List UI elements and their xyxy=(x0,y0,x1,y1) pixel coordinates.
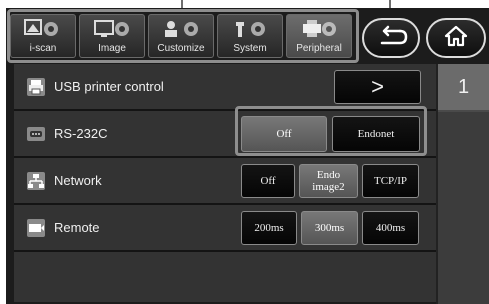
tab-label: System xyxy=(233,43,267,54)
option-label: 300ms xyxy=(314,222,345,234)
network-icon xyxy=(26,171,46,191)
tab-customize[interactable]: Customize xyxy=(148,14,214,58)
tab-label: i-scan xyxy=(29,43,57,54)
tab-bar: i-scan Image Customize System Peripheral xyxy=(10,14,354,58)
option-label: Endonet xyxy=(357,128,395,140)
rs232c-off-button[interactable]: Off xyxy=(241,116,327,152)
row-usb-printer: USB printer control > xyxy=(14,64,436,111)
option-label: 200ms xyxy=(254,222,284,234)
settings-panel: USB printer control > RS-232C Off Endone… xyxy=(14,64,436,302)
network-endo-image2-button[interactable]: Endo image2 xyxy=(299,164,358,198)
network-label: Network xyxy=(54,173,102,188)
remote-label: Remote xyxy=(54,220,100,235)
row-rs232c: RS-232C Off Endonet xyxy=(14,111,436,158)
tab-peripheral[interactable]: Peripheral xyxy=(286,14,352,58)
customize-icon xyxy=(149,18,213,40)
image-icon xyxy=(80,18,144,40)
i-scan-icon xyxy=(11,18,75,40)
tab-label: Customize xyxy=(157,43,205,54)
row-remote: Remote 200ms 300ms 400ms xyxy=(14,205,436,252)
option-label: Endo image2 xyxy=(312,169,345,193)
tab-label: Image xyxy=(98,43,126,54)
remote-200ms-button[interactable]: 200ms xyxy=(241,211,297,245)
remote-400ms-button[interactable]: 400ms xyxy=(362,211,419,245)
page-scroll-area xyxy=(438,112,489,304)
network-tcpip-button[interactable]: TCP/IP xyxy=(362,164,419,198)
page-indicator-column: 1 xyxy=(436,64,489,304)
system-icon xyxy=(218,18,282,40)
back-arrow-icon xyxy=(374,25,408,52)
remote-300ms-button[interactable]: 300ms xyxy=(301,211,358,245)
row-network: Network Off Endo image2 TCP/IP xyxy=(14,158,436,205)
home-icon xyxy=(444,25,468,52)
usb-printer-open-button[interactable]: > xyxy=(334,70,421,104)
home-button[interactable] xyxy=(426,18,486,58)
network-off-button[interactable]: Off xyxy=(241,164,295,198)
tab-i-scan[interactable]: i-scan xyxy=(10,14,76,58)
usb-printer-label: USB printer control xyxy=(54,79,164,94)
page-tab-1[interactable]: 1 xyxy=(438,64,489,110)
peripheral-icon xyxy=(287,18,351,40)
option-label: TCP/IP xyxy=(373,175,407,187)
rs232c-label: RS-232C xyxy=(54,126,108,141)
printer-icon xyxy=(26,77,46,97)
serial-port-icon xyxy=(26,124,46,144)
remote-icon xyxy=(26,218,46,238)
option-label: 400ms xyxy=(375,222,406,234)
page-number: 1 xyxy=(457,75,470,98)
option-label: Off xyxy=(260,175,276,187)
option-label: Off xyxy=(276,128,292,140)
tab-label: Peripheral xyxy=(296,43,342,54)
rs232c-endonet-button[interactable]: Endonet xyxy=(332,116,420,152)
usb-printer-open-label: > xyxy=(371,74,384,99)
tab-system[interactable]: System xyxy=(217,14,283,58)
back-button[interactable] xyxy=(362,18,420,58)
tab-image[interactable]: Image xyxy=(79,14,145,58)
